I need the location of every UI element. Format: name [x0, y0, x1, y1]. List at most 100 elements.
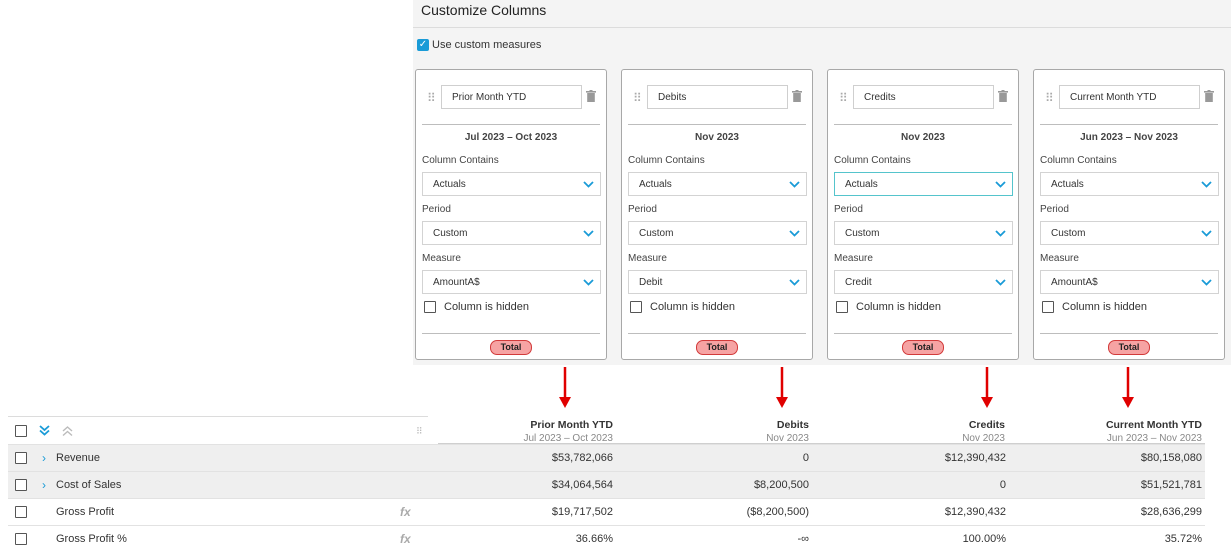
cell-value: $12,390,432 — [944, 506, 1006, 518]
measure-value: Credit — [845, 277, 872, 288]
period-select[interactable]: Custom — [834, 221, 1013, 245]
measure-value: AmountA$ — [1051, 277, 1098, 288]
row-label: Cost of Sales — [56, 479, 122, 491]
table-row[interactable]: › Revenue $53,782,066 0 $12,390,432 $80,… — [8, 444, 1205, 471]
column-name-input[interactable]: Debits — [647, 85, 788, 109]
column-hidden-label: Column is hidden — [1062, 301, 1147, 313]
cell-value: 0 — [999, 479, 1006, 491]
measure-label: Measure — [422, 253, 461, 264]
column-header[interactable]: Current Month YTD Jun 2023 – Nov 2023 — [1106, 419, 1202, 444]
row-checkbox[interactable] — [15, 533, 27, 545]
column-contains-label: Column Contains — [1040, 155, 1117, 166]
row-checkbox[interactable] — [15, 506, 27, 518]
column-name-input[interactable]: Prior Month YTD — [441, 85, 582, 109]
drag-handle-icon[interactable]: ⠿ — [416, 426, 423, 437]
table-row[interactable]: Gross Profit % fx 36.66% -∞ 100.00% 35.7… — [8, 525, 1205, 552]
column-hidden-checkbox[interactable] — [1042, 301, 1054, 313]
formula-icon[interactable]: fx — [400, 505, 411, 519]
total-badge: Total — [490, 340, 532, 355]
column-contains-select[interactable]: Actuals — [834, 172, 1013, 196]
row-checkbox[interactable] — [15, 452, 27, 464]
cell-value: ($8,200,500) — [746, 506, 809, 518]
row-label: Gross Profit % — [56, 533, 127, 545]
table-row[interactable]: Gross Profit fx $19,717,502 ($8,200,500)… — [8, 498, 1205, 525]
column-contains-select[interactable]: Actuals — [628, 172, 807, 196]
use-custom-measures-row[interactable]: ✓ Use custom measures — [417, 39, 541, 51]
use-custom-measures-checkbox[interactable]: ✓ — [417, 39, 429, 51]
card-divider — [422, 124, 600, 125]
total-badge: Total — [696, 340, 738, 355]
column-contains-label: Column Contains — [628, 155, 705, 166]
use-custom-measures-label: Use custom measures — [432, 39, 542, 51]
column-contains-select[interactable]: Actuals — [422, 172, 601, 196]
column-hidden-label: Column is hidden — [650, 301, 735, 313]
period-select[interactable]: Custom — [422, 221, 601, 245]
column-hidden-row[interactable]: Column is hidden — [1042, 301, 1147, 313]
chevron-down-icon — [583, 278, 594, 289]
trash-icon[interactable] — [792, 89, 802, 107]
column-hidden-checkbox[interactable] — [424, 301, 436, 313]
cell-value: 0 — [802, 452, 809, 464]
cell-value: $28,636,299 — [1140, 506, 1202, 518]
chevron-down-icon — [583, 180, 594, 191]
chevron-down-icon — [583, 229, 594, 240]
row-label: Gross Profit — [56, 506, 115, 518]
row-checkbox[interactable] — [15, 479, 27, 491]
measure-select[interactable]: AmountA$ — [1040, 270, 1219, 294]
collapse-all-icon[interactable] — [62, 424, 73, 442]
chevron-down-icon — [789, 229, 800, 240]
period-label: Period — [1040, 204, 1069, 215]
column-contains-label: Column Contains — [422, 155, 499, 166]
column-contains-value: Actuals — [845, 179, 878, 190]
column-name-input[interactable]: Current Month YTD — [1059, 85, 1200, 109]
expand-all-icon[interactable] — [39, 423, 50, 441]
select-all-checkbox[interactable] — [15, 425, 27, 437]
red-arrow-icon — [559, 367, 571, 408]
formula-icon[interactable]: fx — [400, 532, 411, 546]
drag-handle-icon[interactable]: ⠿ — [633, 91, 642, 105]
chevron-down-icon — [1201, 229, 1212, 240]
card-divider — [628, 333, 806, 334]
red-arrow-icon — [776, 367, 788, 408]
period-select[interactable]: Custom — [628, 221, 807, 245]
period-label: Period — [422, 204, 451, 215]
chevron-right-icon[interactable]: › — [42, 478, 46, 492]
drag-handle-icon[interactable]: ⠿ — [839, 91, 848, 105]
period-value: Custom — [1051, 228, 1086, 239]
period-select[interactable]: Custom — [1040, 221, 1219, 245]
column-hidden-row[interactable]: Column is hidden — [630, 301, 735, 313]
total-badge: Total — [902, 340, 944, 355]
chevron-down-icon — [789, 180, 800, 191]
column-hidden-checkbox[interactable] — [630, 301, 642, 313]
drag-handle-icon[interactable]: ⠿ — [1045, 91, 1054, 105]
card-divider — [422, 333, 600, 334]
card-divider — [834, 333, 1012, 334]
column-name-input[interactable]: Credits — [853, 85, 994, 109]
column-hidden-checkbox[interactable] — [836, 301, 848, 313]
chevron-right-icon[interactable]: › — [42, 451, 46, 465]
measure-select[interactable]: Debit — [628, 270, 807, 294]
card-divider — [1040, 333, 1218, 334]
column-contains-select[interactable]: Actuals — [1040, 172, 1219, 196]
chevron-down-icon — [789, 278, 800, 289]
measure-select[interactable]: Credit — [834, 270, 1013, 294]
measure-value: AmountA$ — [433, 277, 480, 288]
column-card: ⠿ Prior Month YTD Jul 2023 – Oct 2023 Co… — [415, 69, 607, 360]
table-row[interactable]: › Cost of Sales $34,064,564 $8,200,500 0… — [8, 471, 1205, 498]
column-header[interactable]: Credits Nov 2023 — [962, 419, 1005, 444]
column-header[interactable]: Debits Nov 2023 — [766, 419, 809, 444]
column-contains-value: Actuals — [639, 179, 672, 190]
drag-handle-icon[interactable]: ⠿ — [427, 91, 436, 105]
column-header[interactable]: Prior Month YTD Jul 2023 – Oct 2023 — [523, 419, 613, 444]
column-header-title: Credits — [968, 419, 1005, 431]
trash-icon[interactable] — [1204, 89, 1214, 107]
trash-icon[interactable] — [998, 89, 1008, 107]
column-card: ⠿ Current Month YTD Jun 2023 – Nov 2023 … — [1033, 69, 1225, 360]
measure-value: Debit — [639, 277, 663, 288]
measure-select[interactable]: AmountA$ — [422, 270, 601, 294]
column-contains-value: Actuals — [433, 179, 466, 190]
column-hidden-row[interactable]: Column is hidden — [836, 301, 941, 313]
column-card: ⠿ Debits Nov 2023 Column Contains Actual… — [621, 69, 813, 360]
trash-icon[interactable] — [586, 89, 596, 107]
column-hidden-row[interactable]: Column is hidden — [424, 301, 529, 313]
